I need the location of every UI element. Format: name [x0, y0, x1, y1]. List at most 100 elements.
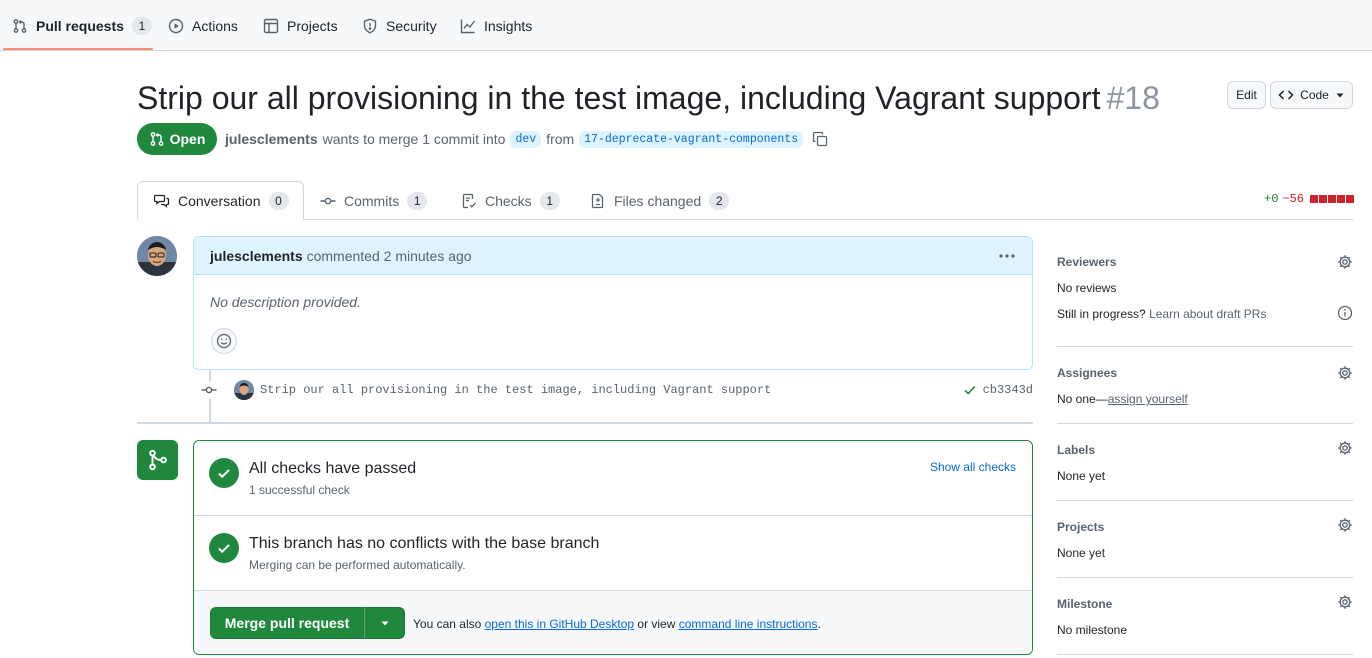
play-icon: [168, 18, 184, 34]
triangle-down-icon: [1335, 90, 1345, 100]
head-branch[interactable]: 17-deprecate-vagrant-components: [579, 130, 804, 148]
diffstat-deletions: −56: [1282, 192, 1305, 206]
reviewers-value: No reviews: [1057, 281, 1117, 295]
checks-title: All checks have passed: [249, 460, 417, 477]
reviewers-heading[interactable]: Reviewers: [1057, 255, 1116, 269]
git-pull-request-icon: [12, 18, 28, 34]
nav-label: Insights: [484, 17, 533, 34]
pr-meta: julesclements wants to merge 1 commit in…: [225, 128, 828, 150]
checklist-icon: [461, 193, 477, 209]
diffstat-additions: +0: [1264, 192, 1279, 206]
check-icon: [963, 383, 977, 397]
tab-count: 0: [268, 191, 289, 210]
gear-icon[interactable]: [1337, 440, 1353, 456]
table-icon: [263, 18, 279, 34]
merge-pull-request-button[interactable]: Merge pull request: [210, 607, 364, 639]
nav-label: Projects: [287, 17, 338, 34]
tab-label: Files changed: [614, 192, 702, 209]
sidebar-reviewers: Reviewers No reviews Still in progress? …: [1057, 250, 1353, 347]
checks-section: All checks have passed 1 successful chec…: [194, 441, 1032, 516]
avatar[interactable]: [234, 380, 254, 400]
merge-alt-prefix: You can also: [413, 617, 482, 631]
tab-files-changed[interactable]: Files changed 2: [590, 181, 730, 220]
add-reaction-button[interactable]: [211, 328, 237, 354]
commit-sha: cb3343d: [982, 383, 1033, 397]
nav-insights[interactable]: Insights: [460, 0, 532, 51]
gear-icon[interactable]: [1337, 594, 1353, 610]
comment-header: julesclements commented 2 minutes ago: [194, 237, 1032, 275]
tab-count: 1: [539, 191, 560, 210]
base-branch[interactable]: dev: [510, 130, 542, 148]
diffstat-blocks: [1310, 195, 1355, 203]
tab-checks[interactable]: Checks 1: [461, 181, 560, 220]
pr-number: #18: [1106, 80, 1160, 116]
milestone-heading[interactable]: Milestone: [1057, 597, 1112, 611]
timeline-commit: Strip our all provisioning in the test i…: [200, 378, 1033, 402]
pr-author-link[interactable]: julesclements: [225, 131, 318, 147]
assignees-value: No one—assign yourself: [1057, 392, 1188, 406]
labels-heading[interactable]: Labels: [1057, 443, 1095, 457]
gear-icon[interactable]: [1337, 254, 1353, 270]
pr-state-badge: Open: [137, 123, 217, 155]
gear-icon[interactable]: [1337, 365, 1353, 381]
code-button[interactable]: Code: [1270, 81, 1353, 109]
tab-label: Conversation: [178, 192, 261, 209]
pr-state-label: Open: [169, 131, 206, 147]
merge-alternatives: You can also open this in GitHub Desktop…: [413, 617, 821, 631]
git-merge-icon: [147, 449, 169, 471]
assignees-heading[interactable]: Assignees: [1057, 366, 1117, 380]
merge-footer: Merge pull request You can also open thi…: [194, 591, 1032, 654]
comment-body: No description provided.: [210, 294, 361, 310]
assign-yourself-link[interactable]: assign yourself: [1108, 392, 1188, 406]
pr-from-text: from: [546, 131, 575, 147]
tab-conversation[interactable]: Conversation 0: [137, 181, 304, 220]
shield-icon: [362, 17, 378, 34]
check-circle-icon: [209, 458, 239, 488]
commit-sha-link[interactable]: cb3343d: [963, 383, 1033, 397]
tab-commits[interactable]: Commits 1: [320, 181, 428, 220]
draft-question: Still in progress?: [1057, 307, 1146, 321]
info-icon[interactable]: [1337, 305, 1353, 321]
comment-discussion-icon: [154, 193, 170, 209]
pr-count-badge: 1: [131, 16, 152, 35]
assignees-none: No one—: [1057, 392, 1108, 406]
tab-label: Commits: [344, 192, 400, 209]
draft-pr-hint: Still in progress? Learn about draft PRs: [1057, 307, 1266, 321]
triangle-down-icon: [380, 618, 390, 628]
labels-value: None yet: [1057, 469, 1106, 483]
copy-icon[interactable]: [812, 131, 828, 147]
nav-label: Actions: [192, 17, 238, 34]
edit-button[interactable]: Edit: [1227, 81, 1266, 109]
learn-draft-prs-link[interactable]: Learn about draft PRs: [1149, 307, 1266, 321]
avatar[interactable]: [137, 236, 177, 276]
gear-icon[interactable]: [1337, 517, 1353, 533]
nav-actions[interactable]: Actions: [168, 0, 238, 51]
merge-box: All checks have passed 1 successful chec…: [193, 440, 1033, 655]
edit-button-label: Edit: [1236, 88, 1257, 102]
nav-security[interactable]: Security: [362, 0, 437, 51]
commit-message-link[interactable]: Strip our all provisioning in the test i…: [260, 383, 771, 397]
pr-title: Strip our all provisioning in the test i…: [137, 78, 1160, 118]
comment-timestamp[interactable]: commented 2 minutes ago: [307, 248, 472, 264]
command-line-instructions-link[interactable]: command line instructions: [679, 617, 818, 631]
git-pull-request-icon: [149, 131, 165, 147]
checks-subtitle: 1 successful check: [249, 483, 350, 497]
timeline-divider: [137, 422, 1033, 424]
merge-status-icon-box: [137, 440, 178, 480]
nav-label: Pull requests: [36, 17, 124, 34]
open-in-desktop-link[interactable]: open this in GitHub Desktop: [485, 617, 634, 631]
conflicts-subtitle: Merging can be performed automatically.: [249, 558, 466, 572]
sidebar-assignees: Assignees No one—assign yourself: [1057, 361, 1353, 424]
graph-icon: [460, 18, 476, 34]
check-circle-icon: [209, 533, 239, 563]
projects-heading[interactable]: Projects: [1057, 520, 1104, 534]
nav-label: Security: [386, 17, 437, 34]
nav-pull-requests[interactable]: Pull requests 1: [12, 0, 152, 51]
kebab-horizontal-icon[interactable]: [998, 253, 1016, 259]
show-all-checks-link[interactable]: Show all checks: [930, 460, 1016, 474]
comment-author-link[interactable]: julesclements: [210, 248, 303, 264]
nav-projects[interactable]: Projects: [263, 0, 338, 51]
merge-alt-suffix: .: [817, 617, 821, 631]
merge-method-dropdown[interactable]: [364, 607, 405, 639]
tab-count: 1: [407, 191, 428, 210]
